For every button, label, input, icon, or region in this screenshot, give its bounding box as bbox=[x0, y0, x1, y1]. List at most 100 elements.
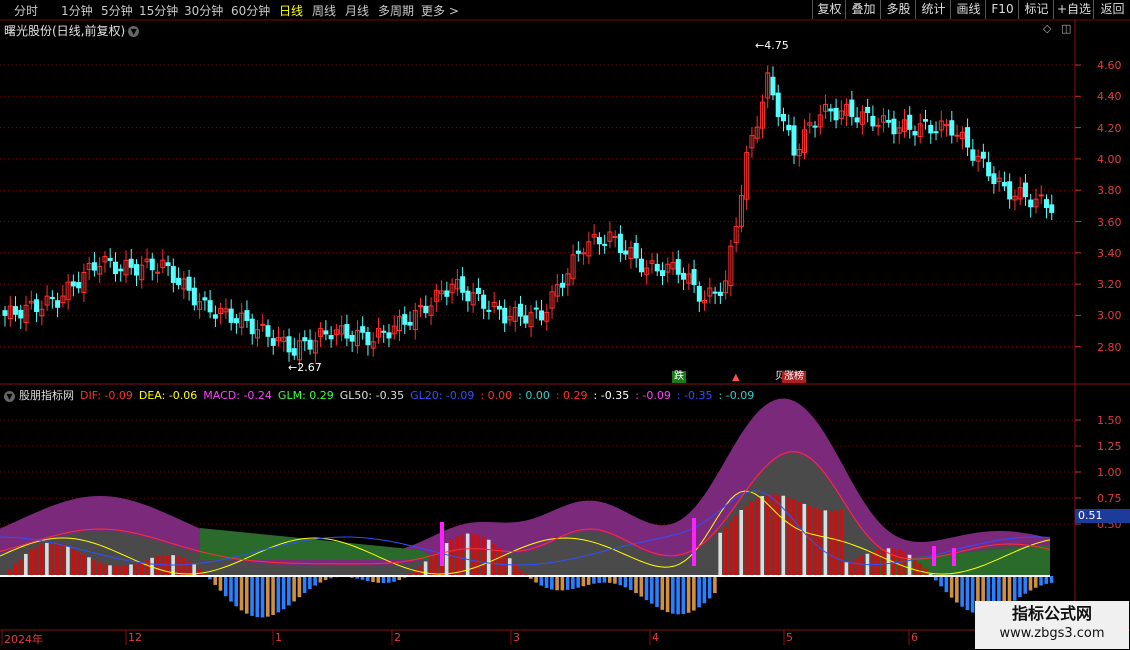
macd-bar bbox=[97, 562, 102, 577]
zhang-badge[interactable]: 涨榜 bbox=[782, 371, 806, 383]
time-tick-label: 2024年 bbox=[4, 633, 43, 646]
macd-bar bbox=[744, 505, 749, 577]
macd-bar bbox=[471, 533, 475, 577]
macd-bar bbox=[513, 563, 517, 577]
macd-bar bbox=[860, 556, 864, 577]
candle-body bbox=[444, 290, 450, 297]
macd-bar bbox=[571, 576, 575, 589]
macd-bar bbox=[834, 510, 838, 577]
macd-bar bbox=[818, 509, 822, 577]
macd-bar bbox=[81, 554, 86, 577]
macd-bar bbox=[239, 576, 244, 611]
macd-bar bbox=[955, 576, 959, 603]
candle-body bbox=[770, 76, 776, 96]
macd-bar bbox=[881, 548, 886, 577]
candle-body bbox=[854, 117, 860, 123]
macd-bar bbox=[155, 556, 160, 577]
down-badge[interactable]: 跌 bbox=[672, 371, 686, 383]
candle-body bbox=[249, 318, 255, 335]
candle-body bbox=[696, 286, 702, 302]
candle-body bbox=[886, 119, 892, 123]
macd-bar bbox=[734, 515, 738, 577]
macd-bar bbox=[223, 576, 228, 597]
current-value-tag: 0.51 bbox=[1075, 509, 1130, 523]
candle-body bbox=[991, 173, 997, 185]
candle-body bbox=[617, 233, 623, 254]
candle-body bbox=[575, 250, 581, 254]
macd-bar bbox=[613, 576, 617, 584]
macd-bar bbox=[876, 549, 880, 577]
macd-bar bbox=[623, 576, 628, 588]
macd-bar bbox=[266, 576, 270, 617]
macd-bar bbox=[660, 576, 665, 610]
indicator-menu-icon[interactable]: ▼ bbox=[4, 390, 15, 402]
candle-body bbox=[1043, 199, 1049, 209]
candle-body bbox=[465, 290, 471, 302]
macd-bar bbox=[460, 534, 465, 577]
macd-bar bbox=[113, 566, 118, 577]
macd-bar bbox=[1023, 576, 1028, 594]
candle-body bbox=[533, 307, 539, 310]
macd-bar bbox=[555, 576, 559, 591]
macd-bar bbox=[497, 548, 502, 577]
macd-bar bbox=[607, 576, 612, 583]
candle-body bbox=[780, 113, 786, 122]
candle-body bbox=[933, 131, 939, 134]
macd-bar bbox=[292, 576, 296, 602]
candle-body bbox=[381, 330, 387, 333]
candle-body bbox=[165, 262, 171, 267]
macd-bar bbox=[381, 576, 386, 584]
macd-bar bbox=[665, 576, 670, 613]
candle-body bbox=[112, 261, 118, 275]
macd-bar bbox=[1044, 576, 1049, 584]
macd-bar bbox=[970, 576, 975, 613]
macd-bar bbox=[129, 564, 133, 577]
candle-body bbox=[265, 325, 271, 337]
macd-bar bbox=[244, 576, 249, 614]
macd-bar bbox=[13, 564, 18, 577]
indicator-legend-item: : 0.00 bbox=[480, 389, 513, 402]
price-tick-label: 4.40 bbox=[1097, 90, 1122, 104]
candle-body bbox=[344, 324, 350, 339]
candle-body bbox=[34, 299, 40, 312]
macd-bar bbox=[765, 494, 770, 577]
macd-bar bbox=[118, 566, 123, 577]
candle-body bbox=[891, 118, 897, 135]
macd-bar bbox=[644, 576, 649, 601]
macd-bar bbox=[481, 536, 486, 577]
candle-body bbox=[186, 276, 192, 291]
candle-body bbox=[207, 300, 213, 313]
candle-body bbox=[712, 291, 718, 294]
macd-bar bbox=[739, 509, 743, 577]
candle-body bbox=[717, 291, 723, 297]
watermark-sub: www.zbgs3.com bbox=[999, 626, 1105, 641]
macd-bar bbox=[912, 558, 917, 577]
candle-body bbox=[870, 115, 876, 127]
macd-bar bbox=[823, 510, 828, 577]
time-tick-label: 4 bbox=[652, 631, 659, 644]
candle-body bbox=[402, 314, 408, 325]
macd-bar bbox=[476, 534, 480, 577]
kline-chart[interactable] bbox=[0, 0, 1130, 650]
indicator-name: 股朋指标网 bbox=[19, 389, 74, 402]
macd-bar bbox=[949, 576, 954, 598]
candle-body bbox=[191, 287, 197, 306]
indicator-legend-item: GL20: -0.09 bbox=[410, 389, 475, 402]
macd-bar bbox=[234, 576, 239, 607]
candle-body bbox=[912, 131, 918, 136]
macd-bar bbox=[676, 576, 680, 615]
macd-spike bbox=[692, 518, 696, 566]
macd-bar bbox=[749, 501, 754, 577]
macd-bar bbox=[807, 506, 812, 577]
macd-bar bbox=[71, 548, 75, 577]
candle-body bbox=[833, 107, 839, 121]
candle-body bbox=[1022, 182, 1028, 198]
candle-body bbox=[233, 318, 239, 324]
macd-bar bbox=[755, 498, 759, 577]
indicator-legend-item: : -0.35 bbox=[676, 389, 713, 402]
macd-bar bbox=[907, 554, 912, 577]
macd-bar bbox=[92, 559, 97, 577]
macd-spike bbox=[952, 548, 956, 566]
candle-body bbox=[907, 114, 913, 130]
macd-bar bbox=[728, 520, 733, 577]
